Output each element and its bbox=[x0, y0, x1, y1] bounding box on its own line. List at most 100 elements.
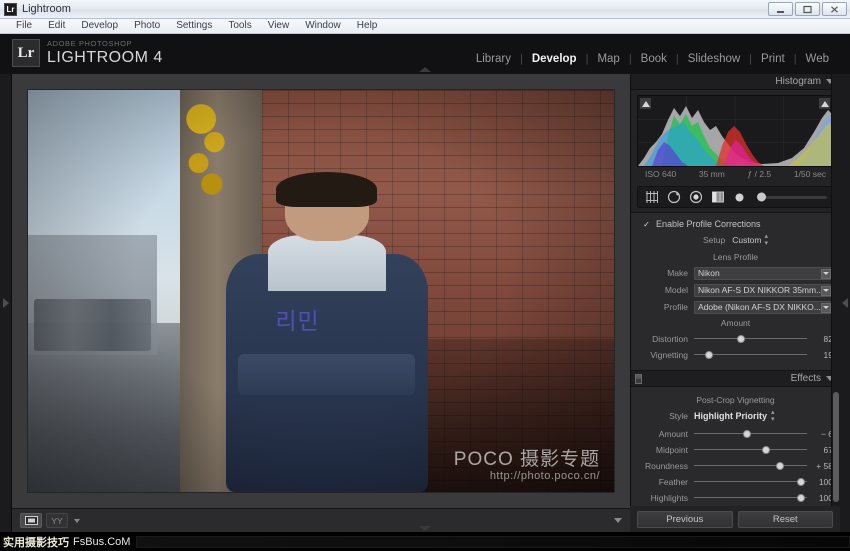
checkbox-checked-icon[interactable]: ✓ bbox=[642, 220, 651, 229]
vignetting-slider[interactable] bbox=[694, 349, 807, 360]
toolbar-expand-icon[interactable] bbox=[614, 518, 622, 523]
right-panel-collapsed-edge[interactable] bbox=[840, 74, 850, 532]
slider-knob[interactable] bbox=[762, 446, 771, 454]
distortion-slider[interactable] bbox=[694, 333, 807, 344]
left-panel-expand-icon[interactable] bbox=[3, 298, 9, 308]
enable-profile-corrections-row[interactable]: ✓ Enable Profile Corrections bbox=[638, 217, 833, 233]
profile-value: Adobe (Nikon AF-S DX NIKKO... bbox=[698, 302, 821, 312]
bottom-panel-toggle-icon[interactable] bbox=[419, 526, 431, 531]
right-panel-expand-icon[interactable] bbox=[842, 298, 848, 308]
slider-knob[interactable] bbox=[797, 494, 806, 502]
style-row[interactable]: Style Highlight Priority ▴ ▾ bbox=[638, 409, 833, 423]
crop-overlay-icon[interactable] bbox=[644, 190, 659, 205]
slider-knob[interactable] bbox=[704, 351, 713, 359]
effects-amount-slider[interactable] bbox=[694, 428, 807, 439]
module-develop[interactable]: Develop bbox=[523, 53, 586, 65]
menu-develop[interactable]: Develop bbox=[73, 19, 126, 33]
menu-file[interactable]: File bbox=[8, 19, 40, 33]
menu-help[interactable]: Help bbox=[349, 19, 386, 33]
source-label-cn: 实用摄影技巧 bbox=[3, 536, 69, 549]
chevron-down-icon[interactable] bbox=[821, 268, 831, 279]
filmstrip-bar: 实用摄影技巧 FsBus.CoM bbox=[0, 532, 850, 551]
slider-knob[interactable] bbox=[743, 430, 752, 438]
setup-value[interactable]: Custom bbox=[732, 235, 761, 245]
menu-window[interactable]: Window bbox=[297, 19, 349, 33]
effects-title: Effects bbox=[790, 373, 821, 384]
slider-knob[interactable] bbox=[775, 462, 784, 470]
close-icon[interactable] bbox=[822, 2, 847, 16]
effects-body: Post-Crop Vignetting Style Highlight Pri… bbox=[631, 387, 840, 513]
menu-settings[interactable]: Settings bbox=[168, 19, 220, 33]
loupe-view-icon[interactable] bbox=[20, 513, 42, 528]
slider-track bbox=[694, 338, 807, 339]
effects-toggle-switch[interactable] bbox=[635, 373, 642, 384]
shadow-clipping-indicator[interactable] bbox=[640, 98, 651, 109]
highlight-clipping-indicator[interactable] bbox=[819, 98, 830, 109]
module-map[interactable]: Map bbox=[588, 53, 628, 65]
filmstrip-track[interactable] bbox=[136, 535, 850, 548]
make-value: Nikon bbox=[698, 268, 720, 278]
photo[interactable]: 리민 POCO 摄影专题 http://photo.poco.cn/ bbox=[28, 90, 614, 492]
effects-highlights-value: 100 bbox=[818, 492, 833, 503]
minimize-icon[interactable] bbox=[768, 2, 793, 16]
effects-roundness-value: + 58 bbox=[816, 460, 833, 471]
vignetting-label: Vignetting bbox=[650, 349, 688, 360]
vignetting-value: 19 bbox=[823, 349, 833, 360]
model-dropdown[interactable]: Nikon AF-S DX NIKKOR 35mm... bbox=[694, 283, 833, 297]
previous-button[interactable]: Previous bbox=[637, 510, 733, 528]
effects-midpoint-slider[interactable] bbox=[694, 444, 807, 455]
vignetting-row: Vignetting 19 bbox=[638, 348, 833, 361]
scrollbar-thumb[interactable] bbox=[833, 392, 839, 502]
maximize-icon[interactable] bbox=[795, 2, 820, 16]
make-dropdown[interactable]: Nikon bbox=[694, 266, 833, 280]
brush-size-knob[interactable] bbox=[757, 192, 766, 202]
adjustment-brush-icon[interactable] bbox=[732, 190, 747, 205]
profile-dropdown[interactable]: Adobe (Nikon AF-S DX NIKKO... bbox=[694, 300, 833, 314]
menu-edit[interactable]: Edit bbox=[40, 19, 73, 33]
module-web[interactable]: Web bbox=[797, 53, 838, 65]
red-eye-correction-icon[interactable] bbox=[688, 190, 703, 205]
lens-corrections-panel: ✓ Enable Profile Corrections Setup Custo… bbox=[631, 212, 840, 370]
effects-amount-label: Amount bbox=[658, 428, 688, 439]
module-slideshow[interactable]: Slideshow bbox=[679, 53, 749, 65]
make-label: Make bbox=[667, 268, 688, 278]
reset-button[interactable]: Reset bbox=[737, 510, 833, 528]
menu-photo[interactable]: Photo bbox=[126, 19, 168, 33]
compare-view-button[interactable]: YY bbox=[46, 513, 68, 528]
histogram-graph[interactable] bbox=[637, 95, 833, 167]
updown-arrow-icon[interactable]: ▴ ▾ bbox=[765, 233, 769, 247]
histogram-header[interactable]: Histogram bbox=[631, 74, 840, 90]
effects-highlights-slider[interactable] bbox=[694, 492, 807, 503]
left-panel-collapsed[interactable] bbox=[0, 74, 12, 532]
module-print[interactable]: Print bbox=[752, 53, 794, 65]
metadata-focal-length: 35 mm bbox=[698, 169, 725, 179]
graduated-filter-icon[interactable] bbox=[710, 190, 725, 205]
slider-knob[interactable] bbox=[797, 478, 806, 486]
module-book[interactable]: Book bbox=[632, 53, 676, 65]
window-controls bbox=[768, 2, 847, 16]
panel-footer-buttons: Previous Reset bbox=[630, 506, 840, 532]
effects-header[interactable]: Effects bbox=[631, 371, 840, 387]
brush-size-slider[interactable] bbox=[757, 192, 827, 202]
identity-plate[interactable]: Lr ADOBE PHOTOSHOP LIGHTROOM 4 bbox=[12, 39, 163, 67]
chevron-down-icon[interactable] bbox=[74, 518, 80, 523]
setup-row[interactable]: Setup Custom ▴ ▾ bbox=[638, 233, 833, 247]
image-view-area[interactable]: 리민 POCO 摄影专题 http://photo.poco.cn/ bbox=[12, 74, 630, 508]
updown-arrow-icon[interactable]: ▴ ▾ bbox=[771, 409, 775, 423]
module-library[interactable]: Library bbox=[467, 53, 520, 65]
style-value[interactable]: Highlight Priority bbox=[694, 411, 767, 421]
slider-knob[interactable] bbox=[737, 335, 746, 343]
top-panel-toggle-icon[interactable] bbox=[419, 67, 431, 72]
style-label: Style bbox=[669, 411, 688, 421]
spot-removal-icon[interactable] bbox=[666, 190, 681, 205]
chevron-down-icon[interactable] bbox=[821, 285, 831, 296]
profile-label: Profile bbox=[663, 302, 688, 312]
effects-feather-slider[interactable] bbox=[694, 476, 807, 487]
right-panel-scrollbar[interactable] bbox=[831, 74, 840, 532]
menu-bar: File Edit Develop Photo Settings Tools V… bbox=[0, 19, 850, 34]
menu-view[interactable]: View bbox=[260, 19, 298, 33]
chevron-down-icon[interactable] bbox=[821, 302, 831, 313]
profile-row: Profile Adobe (Nikon AF-S DX NIKKO... bbox=[638, 300, 833, 314]
menu-tools[interactable]: Tools bbox=[220, 19, 259, 33]
effects-roundness-slider[interactable] bbox=[694, 460, 807, 471]
